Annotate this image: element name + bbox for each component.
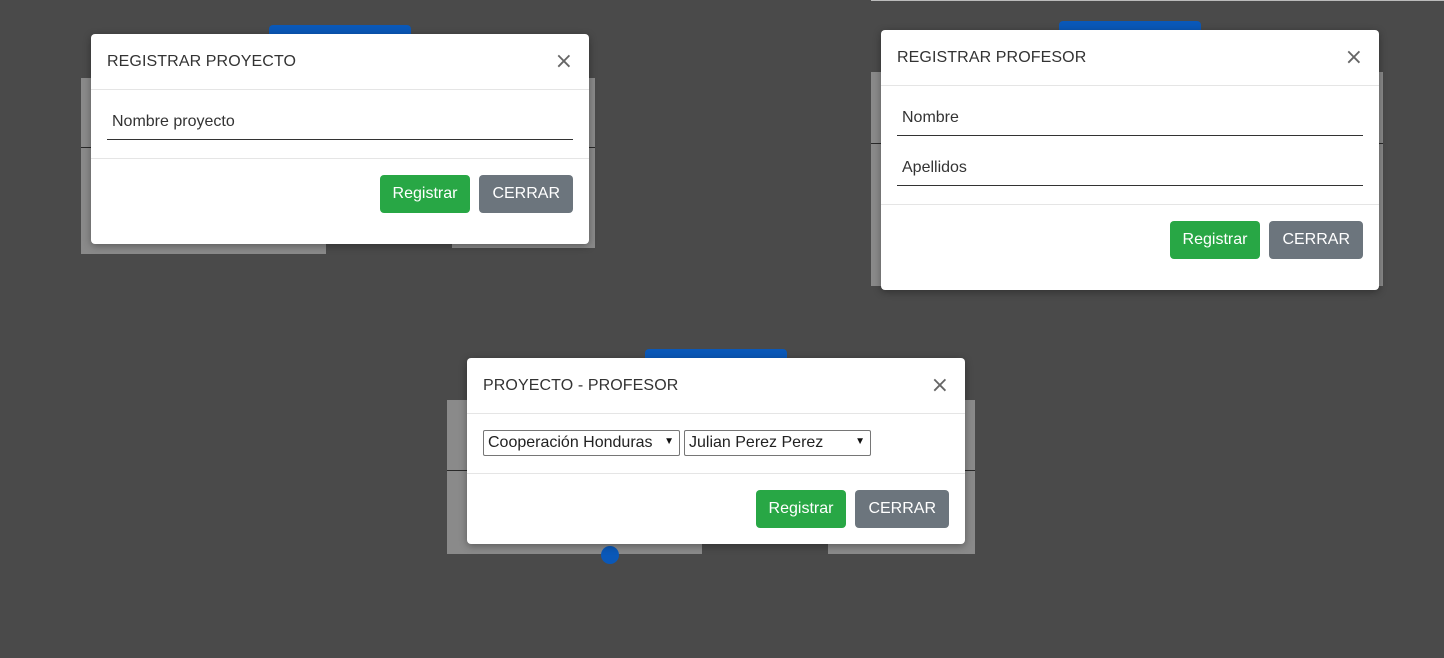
register-button[interactable]: Registrar: [755, 490, 847, 528]
modal-title: REGISTRAR PROYECTO: [107, 52, 297, 70]
close-button[interactable]: CERRAR: [855, 490, 949, 528]
teacher-select[interactable]: Julian Perez Perez ▼: [684, 430, 871, 456]
modal-header: PROYECTO - PROFESOR ×: [467, 358, 965, 414]
close-icon[interactable]: ×: [1345, 46, 1363, 69]
chevron-down-icon: ▼: [855, 436, 865, 447]
modal-body: [881, 86, 1379, 204]
modal-header: REGISTRAR PROFESOR ×: [881, 30, 1379, 86]
register-project-modal: REGISTRAR PROYECTO × Registrar CERRAR: [91, 34, 589, 244]
register-button[interactable]: Registrar: [1169, 221, 1261, 259]
modal-title: PROYECTO - PROFESOR: [483, 376, 679, 394]
project-select-value: Cooperación Honduras: [488, 434, 653, 451]
modal-footer: Registrar CERRAR: [881, 204, 1379, 275]
teacher-select-value: Julian Perez Perez: [689, 434, 824, 451]
modal-title: REGISTRAR PROFESOR: [897, 48, 1087, 66]
project-teacher-modal: PROYECTO - PROFESOR × Cooperación Hondur…: [467, 358, 965, 544]
close-button[interactable]: CERRAR: [1269, 221, 1363, 259]
teacher-surname-field[interactable]: [897, 150, 1363, 186]
project-name-field[interactable]: [107, 104, 573, 140]
close-icon[interactable]: ×: [931, 374, 949, 397]
modal-header: REGISTRAR PROYECTO ×: [91, 34, 589, 90]
teacher-name-field[interactable]: [897, 100, 1363, 136]
background-top-border: [871, 0, 1444, 1]
modal-body: Cooperación Honduras ▼ Julian Perez Pere…: [467, 414, 965, 473]
info-icon: [601, 546, 619, 564]
modal-body: [91, 90, 589, 158]
close-button[interactable]: CERRAR: [479, 175, 573, 213]
chevron-down-icon: ▼: [664, 436, 674, 447]
register-teacher-modal: REGISTRAR PROFESOR × Registrar CERRAR: [881, 30, 1379, 290]
project-select[interactable]: Cooperación Honduras ▼: [483, 430, 680, 456]
modal-footer: Registrar CERRAR: [467, 473, 965, 544]
close-icon[interactable]: ×: [555, 50, 573, 73]
modal-footer: Registrar CERRAR: [91, 158, 589, 229]
register-button[interactable]: Registrar: [379, 175, 471, 213]
